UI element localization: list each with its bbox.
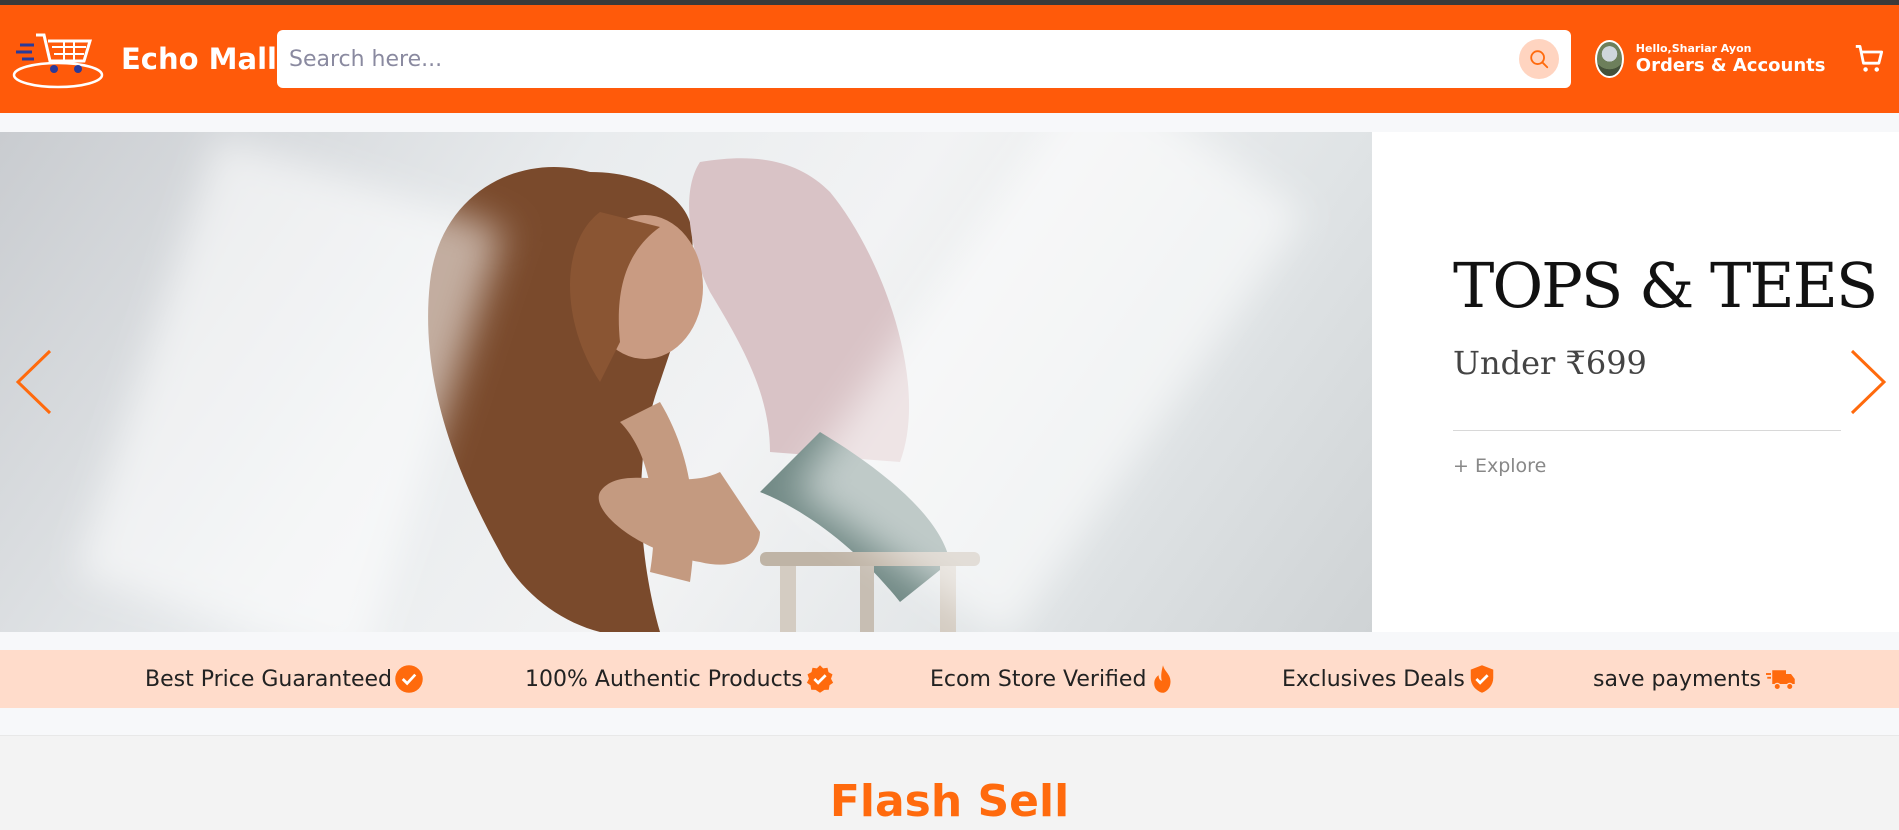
search-input[interactable] xyxy=(288,46,1520,72)
explore-link[interactable]: + Explore xyxy=(1453,455,1841,477)
orders-accounts-link[interactable]: Orders & Accounts xyxy=(1636,55,1826,77)
hero-divider xyxy=(1453,430,1841,431)
carousel-next-icon[interactable] xyxy=(1848,347,1888,417)
hero-title: TOPS & TEES xyxy=(1453,249,1878,322)
greeting-text: Hello,Shariar Ayon xyxy=(1635,41,1752,55)
search-icon xyxy=(1530,50,1549,69)
feature-store-verified: Ecom Store Verified xyxy=(930,664,1178,694)
hero-carousel: TOPS & TEES Under ₹699 + Explore xyxy=(0,132,1899,632)
verified-badge-icon xyxy=(806,665,833,693)
flash-sell-section: Flash Sell xyxy=(0,735,1899,830)
shopping-cart-logo-icon xyxy=(12,33,104,89)
shield-check-icon xyxy=(1470,665,1494,693)
brand-name: Echo Mall xyxy=(121,42,277,76)
hero-caption: TOPS & TEES Under ₹699 + Explore xyxy=(1453,249,1878,477)
logo[interactable]: Echo Mall xyxy=(12,25,277,93)
feature-label: Exclusives Deals xyxy=(1282,666,1465,692)
avatar xyxy=(1595,40,1624,78)
check-circle-icon xyxy=(395,665,423,693)
search-bar xyxy=(276,30,1572,88)
feature-label: 100% Authentic Products xyxy=(525,666,803,692)
feature-bar: Best Price Guaranteed 100% Authentic Pro… xyxy=(0,650,1899,708)
section-title: Flash Sell xyxy=(829,776,1070,827)
hero-subtitle: Under ₹699 xyxy=(1453,344,1647,382)
feature-best-price: Best Price Guaranteed xyxy=(145,664,424,694)
fire-icon xyxy=(1154,665,1171,693)
feature-authentic: 100% Authentic Products xyxy=(525,664,835,694)
cart-icon[interactable] xyxy=(1853,42,1887,76)
site-header: Echo Mall Hello,Shariar Ayon Orders & Ac… xyxy=(0,5,1899,113)
carousel-prev-icon[interactable] xyxy=(14,347,54,417)
feature-label: Ecom Store Verified xyxy=(930,666,1147,692)
feature-save-payments: save payments xyxy=(1593,664,1799,694)
feature-exclusive-deals: Exclusives Deals xyxy=(1282,664,1497,694)
search-button[interactable] xyxy=(1519,39,1560,79)
hero-banner-image[interactable] xyxy=(0,132,1372,632)
feature-label: Best Price Guaranteed xyxy=(145,666,392,692)
feature-label: save payments xyxy=(1593,666,1761,692)
delivery-truck-icon xyxy=(1765,670,1795,691)
account-menu[interactable]: Hello,Shariar Ayon Orders & Accounts xyxy=(1595,40,1825,78)
